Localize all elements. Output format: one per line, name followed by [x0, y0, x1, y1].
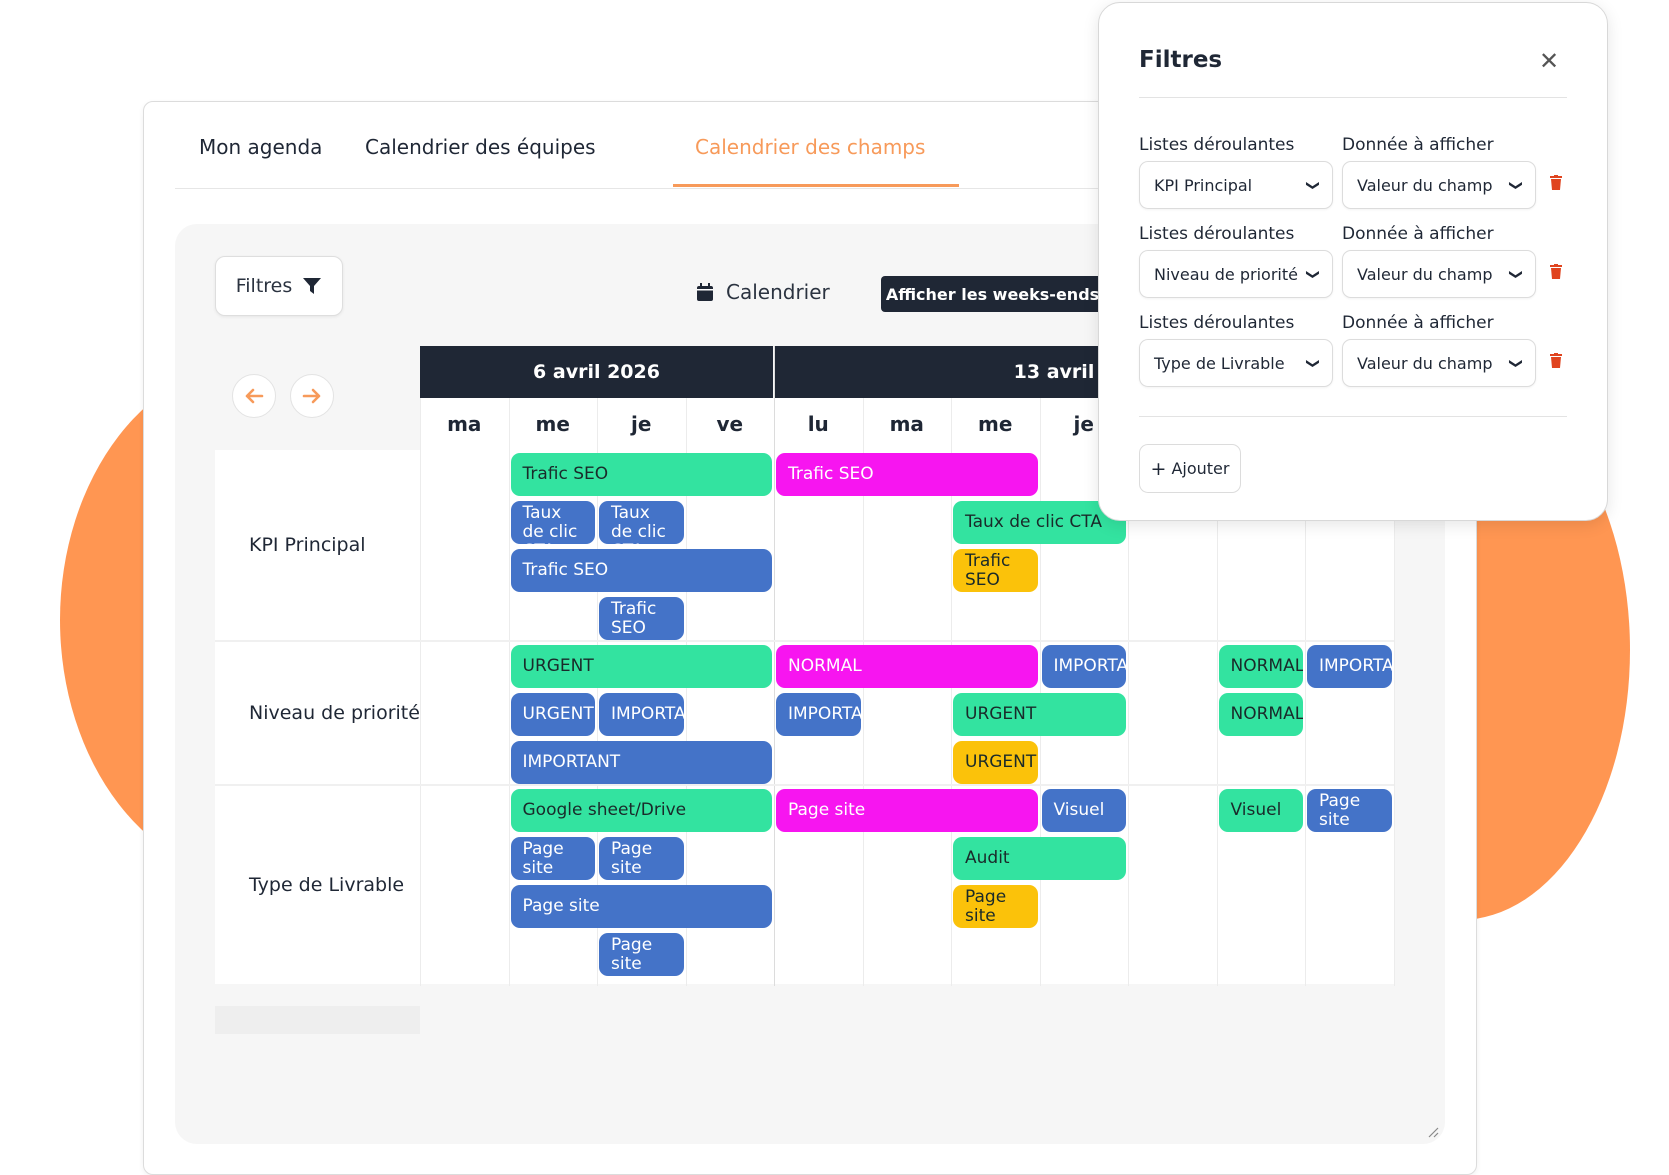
calendar-event[interactable]: NORMAL — [1218, 693, 1303, 736]
list-select[interactable]: Niveau de priorité ❯ — [1139, 250, 1333, 298]
resize-handle-icon[interactable] — [1427, 1126, 1439, 1138]
calendar-event[interactable]: Page site — [599, 933, 684, 976]
calendar-event[interactable]: NORMAL — [776, 645, 1038, 688]
calendar-event[interactable]: Trafic SEO — [776, 453, 1038, 496]
tab-mon-agenda[interactable]: Mon agenda — [199, 135, 322, 159]
popup-title: Filtres — [1139, 47, 1223, 73]
calendar-event[interactable]: Visuel — [1218, 789, 1303, 832]
calendar-event[interactable]: Trafic SEO — [953, 549, 1038, 592]
list-select[interactable]: Type de Livrable ❯ — [1139, 339, 1333, 387]
calendar-event[interactable]: Visuel — [1041, 789, 1126, 832]
chevron-down-icon: ❯ — [1305, 268, 1321, 280]
data-select-value: Valeur du champ — [1357, 175, 1493, 195]
calendar-event[interactable]: IMPORTANT — [599, 693, 684, 736]
day-gridline — [508, 398, 510, 986]
calendar-event[interactable]: URGENT — [953, 693, 1126, 736]
calendar-event[interactable]: URGENT — [510, 693, 595, 736]
add-filter-label: Ajouter — [1171, 459, 1230, 478]
list-label: Listes déroulantes — [1139, 224, 1295, 244]
day-header: ve — [685, 398, 774, 450]
calendar-event[interactable]: IMPORTANT — [1307, 645, 1392, 688]
calendar-event[interactable]: Audit — [953, 837, 1126, 880]
list-select[interactable]: KPI Principal ❯ — [1139, 161, 1333, 209]
calendar-event[interactable]: Page site — [510, 885, 772, 928]
data-label: Donnée à afficher — [1342, 135, 1494, 155]
data-select-value: Valeur du champ — [1357, 353, 1493, 373]
show-weekends-button[interactable]: Afficher les weeks-ends — [881, 276, 1104, 312]
calendar-event[interactable]: URGENT — [510, 645, 772, 688]
funnel-icon — [303, 278, 322, 294]
trash-icon[interactable] — [1549, 264, 1563, 280]
chevron-down-icon: ❯ — [1305, 179, 1321, 191]
chevron-down-icon: ❯ — [1508, 179, 1524, 191]
chevron-down-icon: ❯ — [1508, 357, 1524, 369]
calendar-event[interactable]: URGENT — [953, 741, 1038, 784]
data-label: Donnée à afficher — [1342, 224, 1494, 244]
day-header: ma — [862, 398, 951, 450]
calendar-event[interactable]: IMPORTANT — [1041, 645, 1126, 688]
calendar-event[interactable]: Trafic SEO — [510, 549, 772, 592]
day-gridline — [1039, 398, 1041, 986]
calendar-event[interactable]: Google sheet/Drive — [510, 789, 772, 832]
row-label: Type de Livrable — [215, 786, 420, 984]
row-gridline — [215, 784, 1394, 786]
calendar-event[interactable]: Page site — [1307, 789, 1392, 832]
data-label: Donnée à afficher — [1342, 313, 1494, 333]
data-select-value: Valeur du champ — [1357, 264, 1493, 284]
popup-divider-top — [1139, 97, 1567, 98]
data-select[interactable]: Valeur du champ ❯ — [1342, 339, 1536, 387]
chevron-down-icon: ❯ — [1305, 357, 1321, 369]
grid-footer — [215, 1006, 420, 1034]
calendar-icon — [697, 283, 713, 301]
calendar-event[interactable]: Trafic SEO — [510, 453, 772, 496]
add-filter-button[interactable]: + Ajouter — [1139, 444, 1241, 493]
data-select[interactable]: Valeur du champ ❯ — [1342, 161, 1536, 209]
calendar-event[interactable]: Page site — [510, 837, 595, 880]
calendar-view-label: Calendrier — [696, 280, 830, 304]
calendar-event[interactable]: Taux de clic CTA — [599, 501, 684, 544]
day-gridline — [774, 346, 775, 986]
grid-footer-right — [420, 1006, 1427, 1034]
plus-icon: + — [1150, 457, 1167, 480]
filter-button[interactable]: Filtres — [215, 256, 343, 316]
tab-calendrier-equipes[interactable]: Calendrier des équipes — [365, 135, 596, 159]
filters-popup: Filtres ✕ + Ajouter Listes déroulantes Do… — [1098, 2, 1608, 521]
data-select[interactable]: Valeur du champ ❯ — [1342, 250, 1536, 298]
chevron-down-icon: ❯ — [1508, 268, 1524, 280]
calendar-event[interactable]: Page site — [776, 789, 1038, 832]
day-gridline — [420, 398, 421, 986]
list-label: Listes déroulantes — [1139, 313, 1295, 333]
trash-icon[interactable] — [1549, 353, 1563, 369]
tab-calendrier-champs[interactable]: Calendrier des champs — [695, 135, 925, 159]
filter-button-label: Filtres — [235, 275, 293, 297]
calendar-event[interactable]: IMPORTANT — [510, 741, 772, 784]
calendar-event[interactable]: NORMAL — [1218, 645, 1303, 688]
row-label: Niveau de priorité — [215, 642, 420, 784]
calendar-label-text: Calendrier — [726, 280, 830, 304]
list-select-value: KPI Principal — [1154, 175, 1253, 195]
calendar-event[interactable]: IMPORTANT — [776, 693, 861, 736]
day-header: lu — [774, 398, 863, 450]
week-header: 6 avril 2026 — [420, 346, 773, 398]
day-header: ma — [420, 398, 509, 450]
day-header: me — [951, 398, 1040, 450]
row-label: KPI Principal — [215, 450, 420, 640]
active-tab-indicator — [673, 184, 959, 187]
calendar-event[interactable]: Trafic SEO — [599, 597, 684, 640]
list-select-value: Type de Livrable — [1154, 353, 1285, 373]
list-label: Listes déroulantes — [1139, 135, 1295, 155]
calendar-event[interactable]: Taux de clic CTA — [510, 501, 595, 544]
day-header: me — [508, 398, 597, 450]
day-header: je — [597, 398, 686, 450]
list-select-value: Niveau de priorité — [1154, 264, 1298, 284]
row-gridline — [215, 640, 1394, 642]
calendar-event[interactable]: Page site — [953, 885, 1038, 928]
calendar-event[interactable]: Page site — [599, 837, 684, 880]
trash-icon[interactable] — [1549, 175, 1563, 191]
popup-divider-bottom — [1139, 416, 1567, 417]
close-icon[interactable]: ✕ — [1539, 47, 1559, 75]
